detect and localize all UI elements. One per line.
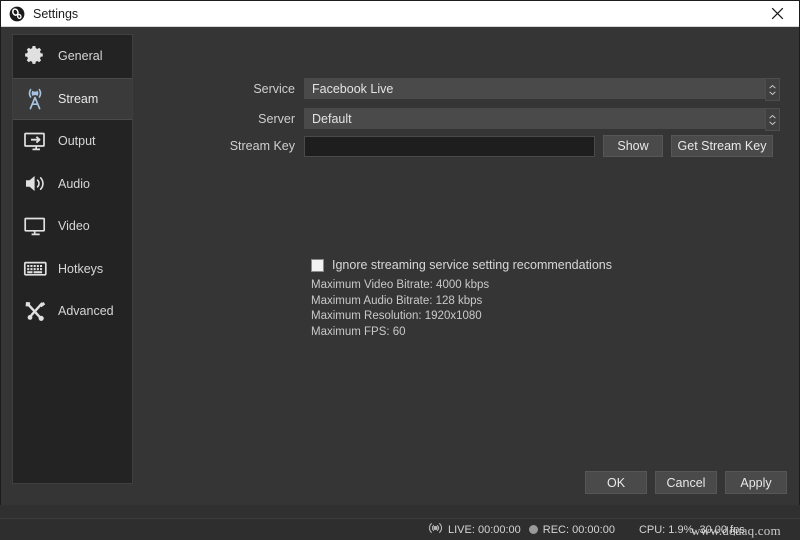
sidebar-item-label: Output — [58, 134, 96, 149]
sidebar-item-label: Hotkeys — [58, 261, 104, 276]
sidebar-item-stream[interactable]: Stream — [13, 77, 132, 120]
sidebar-item-label: Advanced — [58, 304, 114, 319]
gear-icon — [22, 43, 48, 69]
dialog-title: Settings — [33, 6, 79, 21]
stream-key-label: Stream Key — [229, 139, 295, 153]
ignore-recommendations-checkbox-row[interactable]: Ignore streaming service setting recomme… — [311, 258, 612, 272]
settings-dialog: Settings General Stream Output Audio Vid… — [0, 0, 800, 505]
stream-settings-panel: Service Facebook Live Server Default Str… — [133, 27, 799, 505]
service-value: Facebook Live — [312, 81, 394, 96]
max-fps-text: Maximum FPS: 60 — [311, 325, 406, 338]
live-status: LIVE: 00:00:00 — [428, 522, 521, 537]
sidebar-item-audio[interactable]: Audio — [13, 163, 132, 206]
cpu-status: CPU: 1.9%, 30.00 fps www.deuaq.com — [638, 523, 781, 538]
server-combobox[interactable]: Default — [304, 108, 780, 131]
sidebar-item-label: Stream — [58, 91, 99, 106]
obs-logo-icon — [9, 6, 25, 22]
dialog-footer: OK Cancel Apply — [585, 471, 787, 494]
sidebar-item-label: Audio — [58, 176, 90, 191]
sidebar-item-label: Video — [58, 219, 90, 234]
stream-key-row: Stream Key Show Get Stream Key — [133, 135, 773, 157]
service-label: Service — [253, 81, 295, 96]
cpu-usage-text: CPU: 1.9%, 30.00 fps — [638, 523, 745, 536]
obs-settings-screen: Settings General Stream Output Audio Vid… — [0, 0, 800, 540]
dialog-body: General Stream Output Audio Video Hotkey… — [1, 27, 799, 505]
rec-time-text: REC: 00:00:00 — [542, 523, 615, 536]
max-audio-bitrate-text: Maximum Audio Bitrate: 128 kbps — [311, 294, 483, 307]
record-dot-icon — [528, 525, 538, 534]
tools-icon — [22, 298, 48, 324]
apply-button[interactable]: Apply — [725, 471, 787, 494]
sidebar-item-output[interactable]: Output — [13, 120, 132, 163]
sidebar-item-label: General — [58, 49, 103, 64]
close-icon[interactable] — [755, 1, 799, 26]
ok-button[interactable]: OK — [585, 471, 647, 494]
live-time-text: LIVE: 00:00:00 — [448, 523, 521, 536]
service-limits-info: Maximum Video Bitrate: 4000 kbps Maximum… — [311, 278, 489, 340]
sidebar-item-hotkeys[interactable]: Hotkeys — [13, 248, 132, 291]
keyboard-icon — [22, 256, 48, 282]
service-combobox[interactable]: Facebook Live — [304, 78, 780, 101]
cancel-button[interactable]: Cancel — [655, 471, 717, 494]
get-stream-key-button[interactable]: Get Stream Key — [671, 135, 773, 157]
max-resolution-text: Maximum Resolution: 1920x1080 — [311, 310, 482, 323]
settings-sidebar: General Stream Output Audio Video Hotkey… — [12, 34, 133, 484]
sidebar-item-advanced[interactable]: Advanced — [13, 290, 132, 333]
sidebar-item-general[interactable]: General — [13, 35, 132, 78]
rec-status: REC: 00:00:00 — [528, 523, 615, 536]
service-row: Service Facebook Live — [133, 78, 780, 101]
broadcast-icon — [22, 86, 48, 112]
dialog-titlebar: Settings — [1, 1, 799, 27]
server-value: Default — [312, 111, 352, 126]
broadcast-small-icon — [428, 522, 443, 537]
monitor-icon — [22, 213, 48, 239]
sidebar-item-video[interactable]: Video — [13, 205, 132, 248]
chevron-updown-icon[interactable] — [765, 108, 780, 131]
chevron-updown-icon[interactable] — [765, 78, 780, 101]
stream-key-input[interactable] — [304, 135, 595, 157]
show-stream-key-button[interactable]: Show — [603, 135, 663, 157]
server-label: Server — [258, 111, 295, 126]
server-row: Server Default — [133, 108, 780, 131]
monitor-out-icon — [22, 128, 48, 154]
ignore-recommendations-label: Ignore streaming service setting recomme… — [332, 258, 612, 272]
obs-status-bar: LIVE: 00:00:00 REC: 00:00:00 CPU: 1.9%, … — [0, 518, 800, 540]
max-video-bitrate-text: Maximum Video Bitrate: 4000 kbps — [311, 279, 490, 291]
speaker-icon — [22, 171, 48, 197]
ignore-recommendations-checkbox[interactable] — [311, 258, 324, 272]
